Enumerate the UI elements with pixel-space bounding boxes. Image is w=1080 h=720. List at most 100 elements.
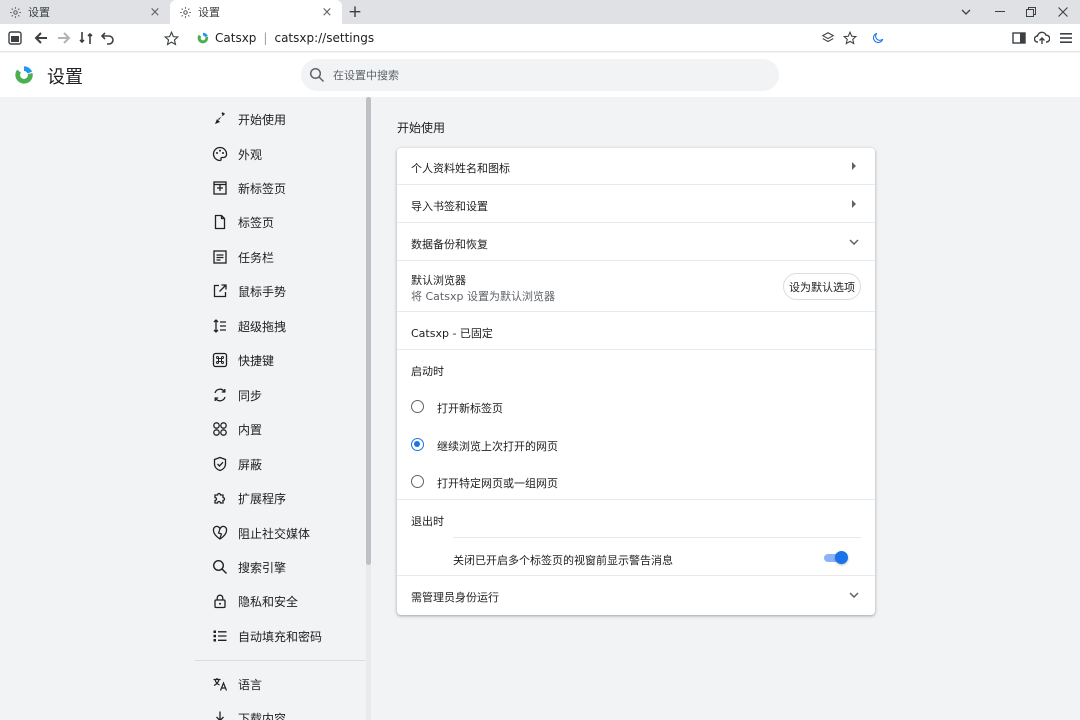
import-row[interactable]: 导入书签和设置 — [397, 185, 875, 223]
rocket-icon — [212, 111, 228, 127]
translate-icon — [212, 676, 228, 692]
sync-tabs-icon[interactable] — [77, 29, 95, 47]
close-window-button[interactable] — [1045, 0, 1080, 24]
gear-icon — [8, 5, 22, 19]
shield-icon — [212, 456, 228, 472]
back-button[interactable] — [32, 29, 50, 47]
sidebar-item-new-tab[interactable]: 新标签页 — [195, 174, 367, 202]
new-tab-button[interactable]: + — [346, 2, 364, 22]
startup-section: 启动时 打开新标签页 继续浏览上次打开的网页 打开特定网页或一组网页 — [397, 350, 875, 500]
admin-row[interactable]: 需管理员身份运行 — [397, 576, 875, 615]
sidebar-item-autofill[interactable]: 自动填充和密码 — [195, 622, 367, 650]
sidebar-toggle-icon[interactable] — [6, 29, 24, 47]
chevron-down-icon — [847, 588, 861, 602]
sidebar-item-label: 外观 — [238, 147, 263, 162]
sidebar-scrollbar[interactable] — [366, 97, 371, 720]
catsxp-logo-icon — [197, 32, 209, 44]
sidebar-item-mouse-gestures[interactable]: 鼠标手势 — [195, 277, 367, 305]
settings-search[interactable] — [301, 59, 779, 91]
sidebar-item-label: 隐私和安全 — [238, 594, 299, 609]
radio-label: 打开新标签页 — [437, 402, 503, 415]
sidebar-item-label: 标签页 — [238, 215, 275, 230]
tab-title: 设置 — [198, 6, 220, 19]
startup-heading: 启动时 — [411, 365, 444, 378]
palette-icon — [212, 146, 228, 162]
settings-card: 个人资料姓名和图标 导入书签和设置 数据备份和恢复 默认浏览器 将 Catsxp… — [397, 148, 875, 615]
settings-header: 设置 — [0, 53, 1080, 97]
menu-icon[interactable] — [1057, 29, 1075, 47]
sidebar-item-extensions[interactable]: 扩展程序 — [195, 484, 367, 512]
grid-icon — [212, 421, 228, 437]
tab-title: 设置 — [28, 6, 50, 19]
heart-block-icon — [212, 525, 228, 541]
sidebar-item-label: 同步 — [238, 388, 263, 403]
url-separator: | — [263, 31, 268, 45]
sidebar-item-shields[interactable]: 屏蔽 — [195, 450, 367, 478]
command-key-icon — [212, 352, 228, 368]
drag-list-icon — [212, 318, 228, 334]
reading-mode-icon[interactable] — [1010, 29, 1028, 47]
undo-icon[interactable] — [99, 29, 117, 47]
sidebar-item-label: 语言 — [238, 677, 263, 692]
startup-radio-new-tab[interactable] — [411, 400, 424, 413]
startup-radio-specific-pages[interactable] — [411, 475, 424, 488]
profile-row[interactable]: 个人资料姓名和图标 — [397, 148, 875, 185]
sidebar-item-get-started[interactable]: 开始使用 — [195, 105, 367, 133]
startup-radio-continue[interactable] — [411, 438, 424, 451]
tab-search-icon[interactable] — [948, 0, 984, 24]
download-icon — [212, 710, 228, 720]
exit-section: 退出时 关闭已开启多个标签页的视窗前显示警告消息 — [397, 500, 875, 576]
sidebar-item-block-social-media[interactable]: 阻止社交媒体 — [195, 519, 367, 547]
url-text[interactable]: catsxp://settings — [274, 31, 374, 45]
exit-warning-toggle[interactable] — [824, 551, 848, 565]
toggle-knob — [835, 551, 848, 564]
dark-mode-moon-icon[interactable] — [870, 30, 886, 46]
cloud-upload-icon[interactable] — [1033, 29, 1051, 47]
catsxp-logo-icon — [15, 66, 33, 84]
sidebar-item-label: 超级拖拽 — [238, 319, 287, 334]
sidebar-item-downloads[interactable]: 下载内容 — [195, 704, 367, 720]
layers-icon[interactable] — [820, 30, 836, 46]
sidebar-item-sync[interactable]: 同步 — [195, 381, 367, 409]
lock-icon — [212, 593, 228, 609]
forward-button[interactable] — [55, 29, 73, 47]
exit-heading: 退出时 — [411, 515, 444, 528]
list-icon — [212, 628, 228, 644]
pinned-row: Catsxp - 已固定 — [397, 312, 875, 350]
search-input[interactable] — [333, 68, 753, 82]
new-tab-icon — [212, 180, 228, 196]
set-default-button[interactable]: 设为默认选项 — [783, 273, 861, 300]
radio-label: 继续浏览上次打开的网页 — [437, 440, 558, 453]
sidebar-item-label: 开始使用 — [238, 112, 287, 127]
external-link-icon — [212, 283, 228, 299]
tab-settings-2[interactable]: 设置 × — [170, 0, 342, 24]
page-title: 设置 — [47, 67, 83, 88]
address-bar[interactable]: Catsxp | catsxp://settings — [190, 26, 890, 50]
tab-settings-1[interactable]: 设置 × — [0, 0, 170, 24]
backup-row[interactable]: 数据备份和恢复 — [397, 223, 875, 261]
sidebar-item-tabs[interactable]: 标签页 — [195, 208, 367, 236]
sidebar-item-shortcuts[interactable]: 快捷键 — [195, 346, 367, 374]
chevron-right-icon — [847, 159, 861, 173]
section-title: 开始使用 — [397, 121, 446, 135]
scrollbar-thumb[interactable] — [366, 97, 371, 565]
settings-sidebar: 开始使用 外观 新标签页 标签页 任务栏 鼠标手势 超级拖拽 快捷键 同步 内置… — [195, 97, 367, 720]
sidebar-item-label: 搜索引擎 — [238, 560, 287, 575]
sidebar-item-languages[interactable]: 语言 — [195, 670, 367, 698]
bookmark-star-icon[interactable] — [162, 29, 180, 47]
sidebar-item-appearance[interactable]: 外观 — [195, 140, 367, 168]
restore-button[interactable] — [1013, 0, 1049, 24]
star-icon[interactable] — [842, 30, 858, 46]
sidebar-item-super-drag[interactable]: 超级拖拽 — [195, 312, 367, 340]
sidebar-item-label: 任务栏 — [238, 250, 275, 265]
sidebar-item-search-engine[interactable]: 搜索引擎 — [195, 553, 367, 581]
sidebar-item-privacy[interactable]: 隐私和安全 — [195, 587, 367, 615]
row-label: Catsxp - 已固定 — [411, 327, 493, 340]
sidebar-item-label: 自动填充和密码 — [238, 629, 323, 644]
sidebar-item-taskbar[interactable]: 任务栏 — [195, 243, 367, 271]
search-icon — [212, 559, 228, 575]
sidebar-item-built-in[interactable]: 内置 — [195, 415, 367, 443]
close-icon[interactable]: × — [320, 5, 334, 20]
tab-strip: 设置 × 设置 × + — [0, 0, 1080, 24]
close-icon[interactable]: × — [148, 5, 162, 20]
